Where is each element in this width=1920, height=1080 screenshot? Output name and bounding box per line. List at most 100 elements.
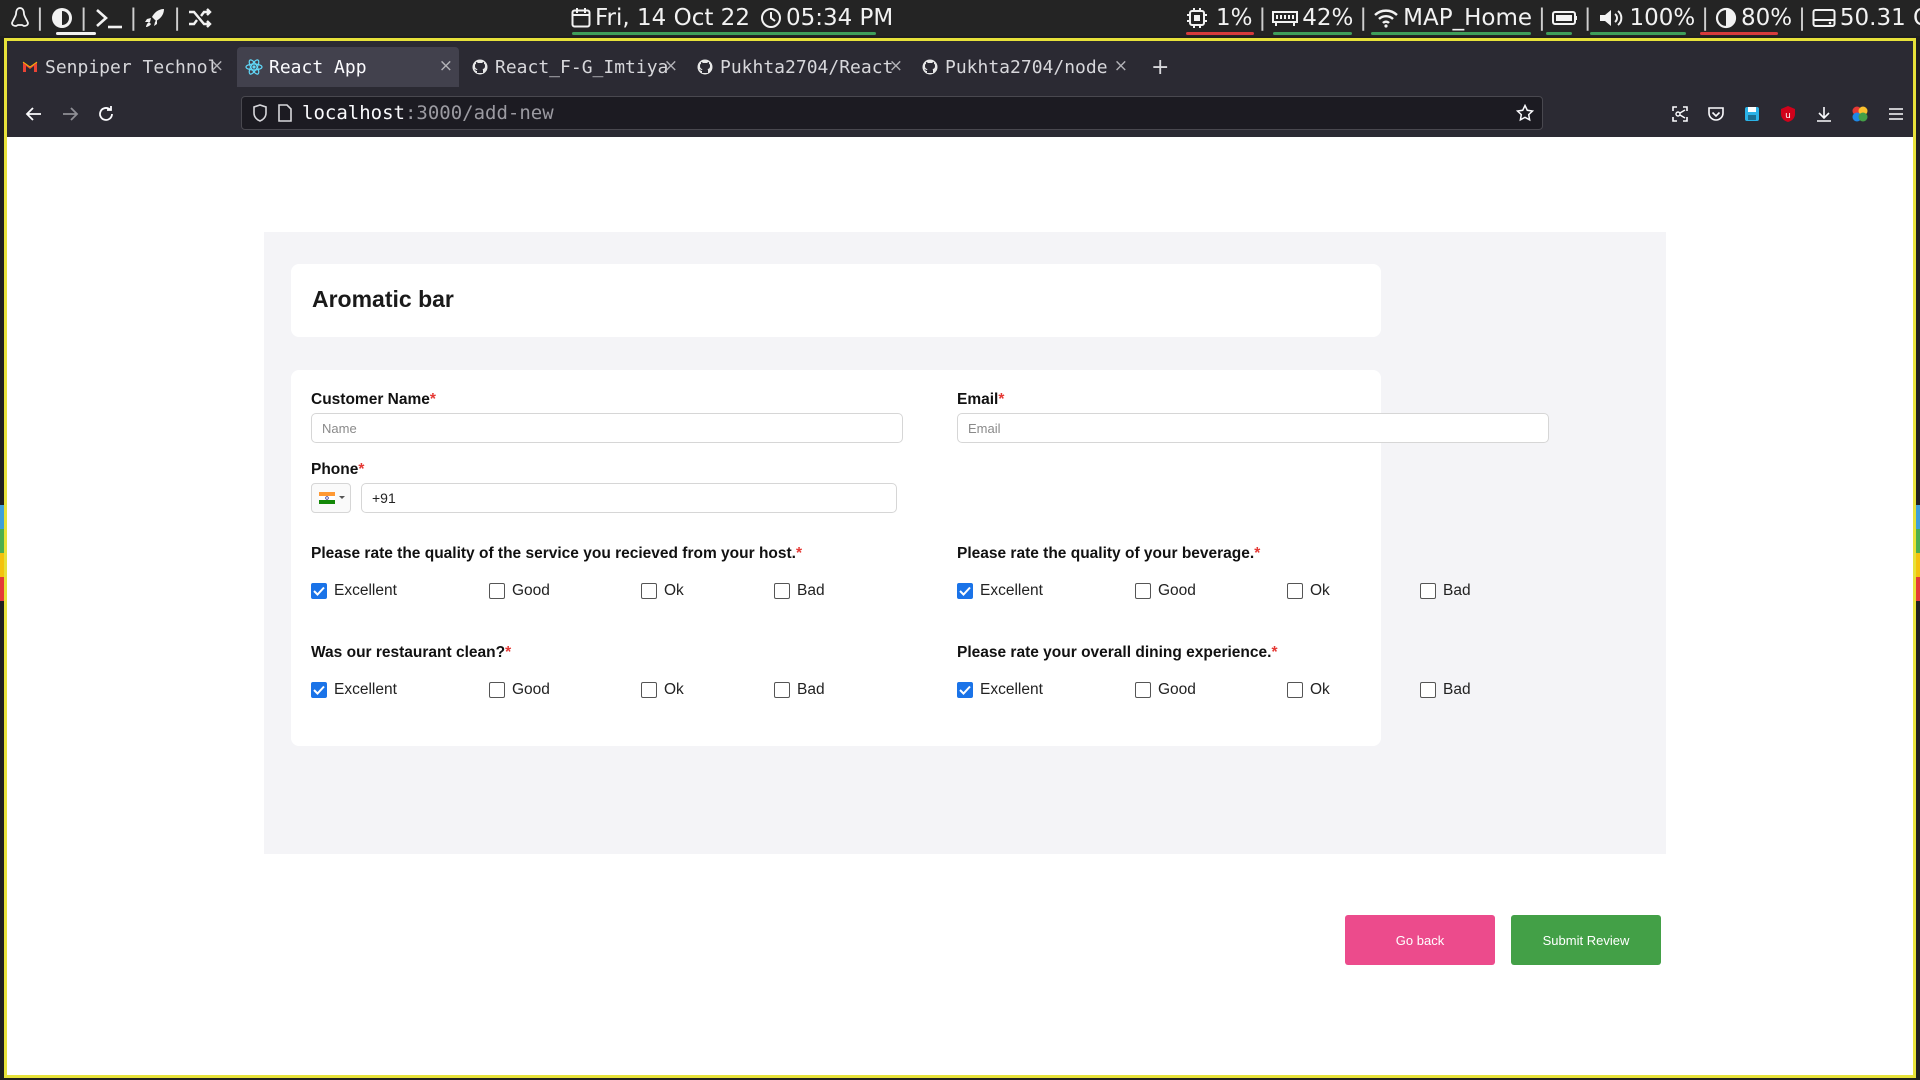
q2-option-excellent[interactable]: Excellent	[957, 582, 1043, 600]
checkbox[interactable]	[489, 682, 505, 698]
rocket-icon[interactable]	[143, 6, 167, 30]
required-mark: *	[429, 391, 436, 408]
forward-arrow-icon[interactable]	[57, 101, 83, 127]
page-viewport: Aromatic bar Customer Name* Email* Phone…	[7, 137, 1913, 1075]
save-extension-icon[interactable]	[1739, 101, 1765, 127]
checkbox[interactable]	[489, 583, 505, 599]
option-label: Excellent	[334, 582, 397, 599]
color-picker-icon[interactable]	[1847, 101, 1873, 127]
q2-option-ok[interactable]: Ok	[1287, 582, 1330, 600]
checkbox[interactable]	[1135, 682, 1151, 698]
shield-icon[interactable]	[252, 104, 268, 122]
github-icon	[921, 58, 939, 76]
workspace-icon[interactable]	[50, 6, 74, 30]
go-back-button[interactable]: Go back	[1345, 915, 1495, 965]
wifi-icon[interactable]	[1373, 8, 1399, 28]
checkbox[interactable]	[1135, 583, 1151, 599]
checkbox[interactable]	[774, 583, 790, 599]
tab-senpiper[interactable]: Senpiper Technol ×	[13, 47, 230, 87]
q4-option-bad[interactable]: Bad	[1420, 681, 1471, 699]
pocket-icon[interactable]	[1703, 101, 1729, 127]
checkbox-checked[interactable]	[957, 583, 973, 599]
q2-option-bad[interactable]: Bad	[1420, 582, 1471, 600]
active-workspace-indicator	[56, 32, 96, 35]
back-arrow-icon[interactable]	[21, 101, 47, 127]
react-icon	[245, 58, 263, 76]
tab-title: React_F-G_Imtiya	[495, 56, 669, 78]
customer-name-input[interactable]	[311, 413, 903, 443]
phone-label: Phone*	[311, 461, 364, 479]
tab-title: Pukhta2704/node	[945, 56, 1108, 78]
address-bar[interactable]: localhost:3000/add-new	[241, 96, 1543, 130]
q3-option-ok[interactable]: Ok	[641, 681, 684, 699]
question-cleanliness-label: Was our restaurant clean?*	[311, 644, 511, 662]
checkbox-checked[interactable]	[957, 682, 973, 698]
q1-option-excellent[interactable]: Excellent	[311, 582, 397, 600]
q4-option-good[interactable]: Good	[1135, 681, 1196, 699]
tab-pukhta-react[interactable]: Pukhta2704/React ×	[688, 47, 909, 87]
brightness-icon[interactable]	[1715, 7, 1737, 29]
menu-hamburger-icon[interactable]	[1883, 101, 1909, 127]
customer-name-label-text: Customer Name	[311, 391, 430, 408]
checkbox-checked[interactable]	[311, 583, 327, 599]
datetime-underline	[572, 32, 876, 35]
checkbox[interactable]	[1420, 583, 1436, 599]
q3-option-excellent[interactable]: Excellent	[311, 681, 397, 699]
option-label: Excellent	[980, 582, 1043, 599]
country-code-dropdown[interactable]	[311, 483, 351, 513]
screenshot-icon[interactable]	[1667, 101, 1693, 127]
download-icon[interactable]	[1811, 101, 1837, 127]
q1-option-ok[interactable]: Ok	[641, 582, 684, 600]
option-label: Good	[1158, 582, 1196, 599]
q1-option-good[interactable]: Good	[489, 582, 550, 600]
question-text: Please rate the quality of your beverage…	[957, 545, 1255, 562]
volume-icon[interactable]	[1598, 7, 1626, 29]
close-tab-icon[interactable]: ×	[1114, 56, 1128, 76]
shuffle-icon[interactable]	[187, 7, 213, 29]
option-label: Ok	[664, 681, 684, 698]
q2-option-good[interactable]: Good	[1135, 582, 1196, 600]
close-tab-icon[interactable]: ×	[439, 56, 453, 76]
svg-text:u: u	[1785, 111, 1791, 121]
required-mark: *	[795, 545, 803, 562]
required-mark: *	[1254, 545, 1261, 562]
checkbox[interactable]	[1287, 583, 1303, 599]
close-tab-icon[interactable]: ×	[664, 56, 678, 76]
calendar-icon	[571, 7, 591, 29]
close-tab-icon[interactable]: ×	[889, 56, 903, 76]
checkbox[interactable]	[641, 583, 657, 599]
page-icon[interactable]	[278, 104, 292, 122]
memory-value: 42%	[1302, 5, 1354, 31]
q3-option-bad[interactable]: Bad	[774, 681, 825, 699]
close-tab-icon[interactable]: ×	[210, 56, 224, 76]
review-form-panel: Aromatic bar Customer Name* Email* Phone…	[264, 232, 1666, 854]
tab-react-app[interactable]: React App ×	[237, 47, 459, 87]
q4-option-excellent[interactable]: Excellent	[957, 681, 1043, 699]
q3-option-good[interactable]: Good	[489, 681, 550, 699]
url-host: localhost	[302, 102, 405, 124]
ublock-icon[interactable]: u	[1775, 101, 1801, 127]
tab-strip: Senpiper Technol × React App × React_F-G…	[7, 41, 1913, 89]
phone-input[interactable]	[361, 483, 897, 513]
email-input[interactable]	[957, 413, 1549, 443]
tab-react-fg[interactable]: React_F-G_Imtiya ×	[463, 47, 684, 87]
tab-title: Senpiper Technol	[45, 56, 219, 78]
checkbox[interactable]	[641, 682, 657, 698]
q1-option-bad[interactable]: Bad	[774, 582, 825, 600]
terminal-icon[interactable]	[94, 6, 124, 30]
tab-pukhta-node[interactable]: Pukhta2704/node ×	[913, 47, 1134, 87]
checkbox-checked[interactable]	[311, 682, 327, 698]
linux-tux-icon[interactable]	[10, 6, 30, 30]
bookmark-star-icon[interactable]	[1516, 104, 1534, 122]
checkbox[interactable]	[774, 682, 790, 698]
checkbox[interactable]	[1420, 682, 1436, 698]
memory-underline	[1273, 32, 1352, 35]
separator: |	[1583, 5, 1592, 31]
submit-review-button[interactable]: Submit Review	[1511, 915, 1661, 965]
q4-option-ok[interactable]: Ok	[1287, 681, 1330, 699]
new-tab-button[interactable]: +	[1143, 47, 1173, 87]
reload-icon[interactable]	[93, 101, 119, 127]
system-top-bar: | | | | Fri, 14 Oct 22 05:34 PM 1% | 42%…	[0, 0, 1920, 36]
wifi-underline	[1371, 32, 1531, 35]
checkbox[interactable]	[1287, 682, 1303, 698]
